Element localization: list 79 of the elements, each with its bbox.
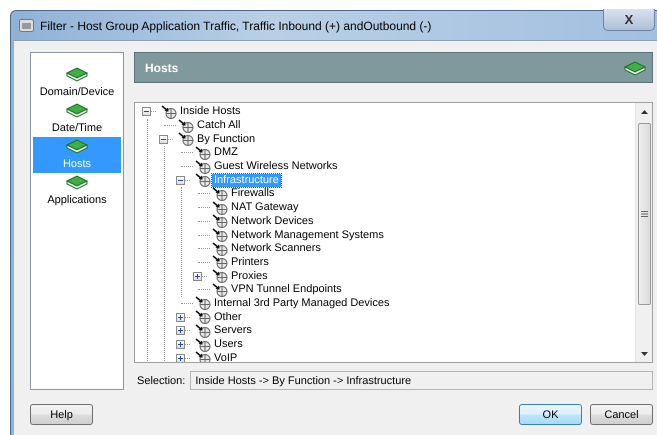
book-icon bbox=[66, 102, 88, 118]
collapse-toggle[interactable] bbox=[176, 176, 185, 185]
selection-label: Selection: bbox=[137, 374, 186, 386]
tree-item[interactable]: Catch All bbox=[195, 119, 242, 132]
plus-icon bbox=[178, 342, 183, 348]
ok-button[interactable]: OK bbox=[519, 404, 582, 425]
minus-icon bbox=[161, 136, 166, 142]
plus-icon bbox=[195, 274, 200, 279]
expand-toggle[interactable] bbox=[176, 326, 185, 336]
selection-field: Inside Hosts -> By Function -> Infrastructure bbox=[190, 371, 653, 390]
expand-toggle[interactable] bbox=[193, 272, 202, 281]
tree-item[interactable]: VPN Tunnel Endpoints bbox=[229, 283, 344, 296]
sidebar-item[interactable]: Date/Time bbox=[33, 101, 121, 137]
host-globe-icon bbox=[195, 173, 211, 188]
expand-toggle[interactable] bbox=[176, 312, 185, 322]
host-globe-icon bbox=[212, 255, 228, 270]
collapse-toggle[interactable] bbox=[159, 134, 168, 144]
host-globe-icon bbox=[212, 200, 228, 215]
tree-item[interactable]: Proxies bbox=[229, 270, 270, 283]
plus-icon bbox=[178, 356, 183, 361]
sidebar-item[interactable]: Domain/Device bbox=[33, 65, 121, 101]
book-icon bbox=[66, 138, 88, 154]
expand-toggle[interactable] bbox=[176, 354, 185, 362]
book-icon bbox=[66, 174, 88, 190]
host-globe-icon bbox=[212, 282, 228, 297]
tree-item[interactable]: Inside Hosts bbox=[178, 105, 243, 118]
host-globe-icon bbox=[212, 242, 228, 256]
tree-item[interactable]: Servers bbox=[212, 324, 254, 338]
sidebar-item-label: Hosts bbox=[62, 158, 92, 170]
tree-item[interactable]: Network Devices bbox=[229, 214, 316, 228]
minus-icon bbox=[178, 178, 183, 183]
host-globe-icon bbox=[195, 324, 211, 338]
host-globe-icon bbox=[212, 269, 228, 284]
window-title: Filter - Host Group Application Traffic, Traffic Inbound (+) andOutbound (-) bbox=[40, 18, 432, 32]
book-icon bbox=[66, 66, 88, 82]
scroll-up-arrow-icon[interactable] bbox=[640, 110, 648, 114]
tree-item[interactable]: VoIP bbox=[212, 352, 240, 362]
expand-toggle[interactable] bbox=[176, 340, 185, 350]
host-globe-icon bbox=[195, 146, 211, 160]
close-button[interactable]: X bbox=[603, 9, 655, 31]
scrollbar-thumb[interactable] bbox=[638, 123, 650, 305]
tree-item[interactable]: Firewalls bbox=[229, 187, 276, 200]
app-window-icon bbox=[19, 19, 34, 32]
panel-title: Hosts bbox=[145, 60, 178, 74]
plus-icon bbox=[178, 328, 183, 334]
grip-icon bbox=[640, 211, 648, 217]
dialog-button[interactable]: Help bbox=[30, 404, 93, 425]
tree-item[interactable]: Other bbox=[212, 310, 244, 324]
tree-item[interactable]: Printers bbox=[229, 256, 271, 269]
host-globe-icon bbox=[195, 296, 211, 310]
tree-item[interactable]: Network Scanners bbox=[229, 242, 323, 256]
tree-item[interactable]: Guest Wireless Networks bbox=[212, 160, 340, 174]
host-globe-icon bbox=[195, 351, 211, 362]
tree-item[interactable]: Network Management Systems bbox=[229, 228, 386, 242]
tree-item[interactable]: Internal 3rd Party Managed Devices bbox=[212, 296, 392, 310]
host-globe-icon bbox=[212, 186, 228, 201]
plus-icon bbox=[178, 314, 183, 320]
sidebar-item-label: Date/Time bbox=[52, 122, 102, 134]
host-globe-icon bbox=[212, 214, 228, 228]
sidebar-item-label: Domain/Device bbox=[40, 86, 114, 98]
minus-icon bbox=[144, 109, 149, 114]
sidebar-item[interactable]: Applications bbox=[33, 173, 121, 209]
scroll-down-arrow-icon[interactable] bbox=[640, 352, 648, 356]
host-globe-icon bbox=[195, 160, 211, 174]
collapse-toggle[interactable] bbox=[142, 107, 151, 116]
tree-item[interactable]: Users bbox=[212, 338, 245, 352]
vertical-scrollbar[interactable] bbox=[635, 103, 652, 362]
host-globe-icon bbox=[195, 310, 211, 324]
host-globe-icon bbox=[178, 132, 194, 146]
dialog-button[interactable]: Cancel bbox=[590, 404, 653, 425]
sidebar-item-label: Applications bbox=[47, 194, 107, 206]
host-globe-icon bbox=[178, 118, 194, 133]
book-icon bbox=[624, 60, 646, 76]
host-globe-icon bbox=[195, 338, 211, 352]
host-globe-icon bbox=[212, 228, 228, 242]
tree-item[interactable]: DMZ bbox=[212, 146, 240, 160]
host-globe-icon bbox=[161, 104, 177, 119]
tree-item[interactable]: By Function bbox=[195, 132, 258, 146]
tree-item[interactable]: NAT Gateway bbox=[229, 201, 300, 214]
